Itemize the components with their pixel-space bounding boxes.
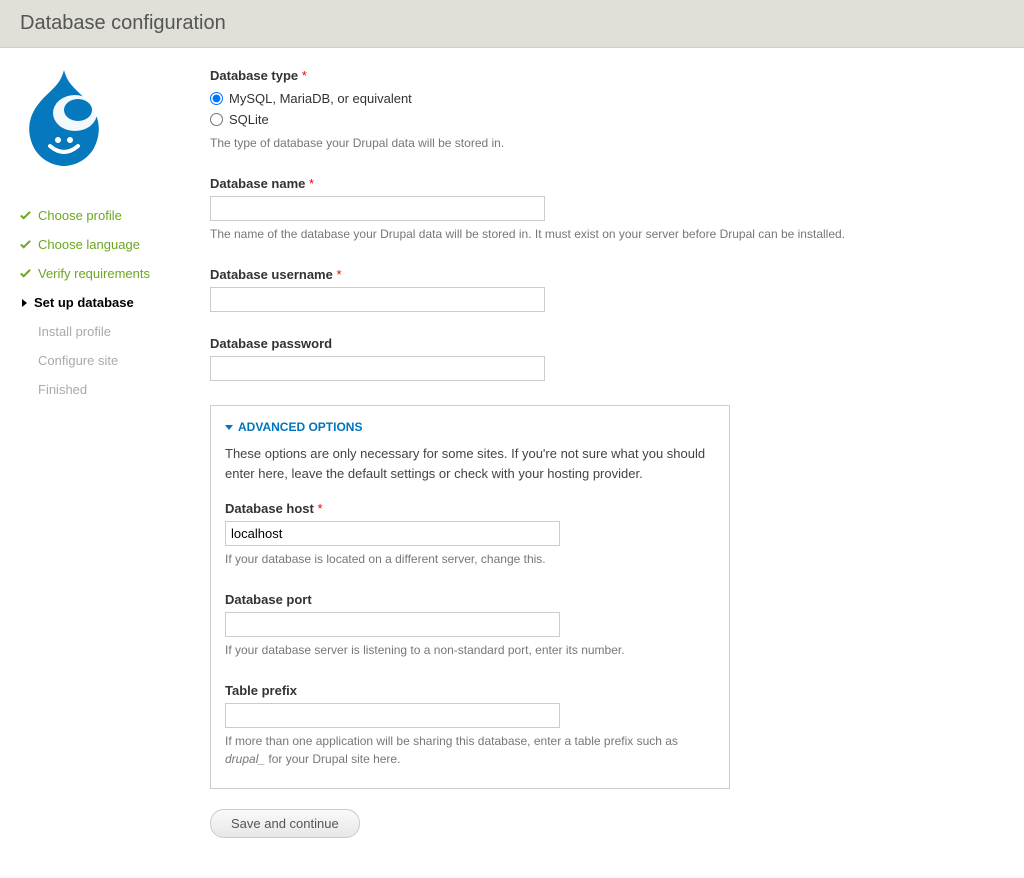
step-verify-requirements: Verify requirements: [20, 259, 210, 288]
dbport-input[interactable]: [225, 612, 560, 637]
advanced-options-fieldset: Advanced options These options are only …: [210, 405, 730, 789]
dbhost-desc: If your database is located on a differe…: [225, 550, 715, 568]
advanced-options-toggle[interactable]: Advanced options: [225, 420, 715, 434]
field-dbtype: Database type * MySQL, MariaDB, or equiv…: [210, 68, 930, 152]
dbuser-input[interactable]: [210, 287, 545, 312]
dbname-label: Database name *: [210, 176, 930, 191]
prefix-input[interactable]: [225, 703, 560, 728]
prefix-label: Table prefix: [225, 683, 715, 698]
dbtype-label: Database type *: [210, 68, 930, 83]
field-dbhost: Database host * If your database is loca…: [225, 501, 715, 568]
step-finished: Finished: [20, 375, 210, 404]
arrow-right-icon: [22, 299, 27, 307]
dbport-desc: If your database server is listening to …: [225, 641, 715, 659]
dbport-label: Database port: [225, 592, 715, 607]
dbtype-option-mysql: MySQL, MariaDB, or equivalent: [229, 91, 412, 106]
install-steps: Choose profile Choose language Verify re…: [20, 201, 210, 404]
check-icon: [20, 210, 31, 221]
step-configure-site: Configure site: [20, 346, 210, 375]
dbname-input[interactable]: [210, 196, 545, 221]
advanced-intro: These options are only necessary for som…: [225, 444, 715, 483]
page-header: Database configuration: [0, 0, 1024, 48]
dbtype-option-sqlite: SQLite: [229, 112, 269, 127]
step-choose-language: Choose language: [20, 230, 210, 259]
check-icon: [20, 239, 31, 250]
field-dbuser: Database username *: [210, 267, 930, 312]
field-prefix: Table prefix If more than one applicatio…: [225, 683, 715, 768]
dbhost-label: Database host *: [225, 501, 715, 516]
dbpass-input[interactable]: [210, 356, 545, 381]
check-icon: [20, 268, 31, 279]
dbpass-label: Database password: [210, 336, 930, 351]
triangle-down-icon: [225, 425, 233, 430]
drupal-logo-icon: [20, 68, 210, 171]
dbname-desc: The name of the database your Drupal dat…: [210, 225, 930, 243]
save-continue-button[interactable]: Save and continue: [210, 809, 360, 838]
dbtype-desc: The type of database your Drupal data wi…: [210, 134, 930, 152]
field-dbname: Database name * The name of the database…: [210, 176, 930, 243]
sidebar: Choose profile Choose language Verify re…: [20, 68, 210, 838]
step-choose-profile: Choose profile: [20, 201, 210, 230]
step-setup-database: Set up database: [20, 288, 210, 317]
dbuser-label: Database username *: [210, 267, 930, 282]
dbhost-input[interactable]: [225, 521, 560, 546]
field-dbpass: Database password: [210, 336, 930, 381]
main-form: Database type * MySQL, MariaDB, or equiv…: [210, 68, 970, 838]
page-title: Database configuration: [20, 12, 1004, 35]
step-install-profile: Install profile: [20, 317, 210, 346]
dbtype-radio-mysql[interactable]: [210, 92, 223, 105]
prefix-desc: If more than one application will be sha…: [225, 732, 715, 768]
dbtype-radio-sqlite[interactable]: [210, 113, 223, 126]
field-dbport: Database port If your database server is…: [225, 592, 715, 659]
